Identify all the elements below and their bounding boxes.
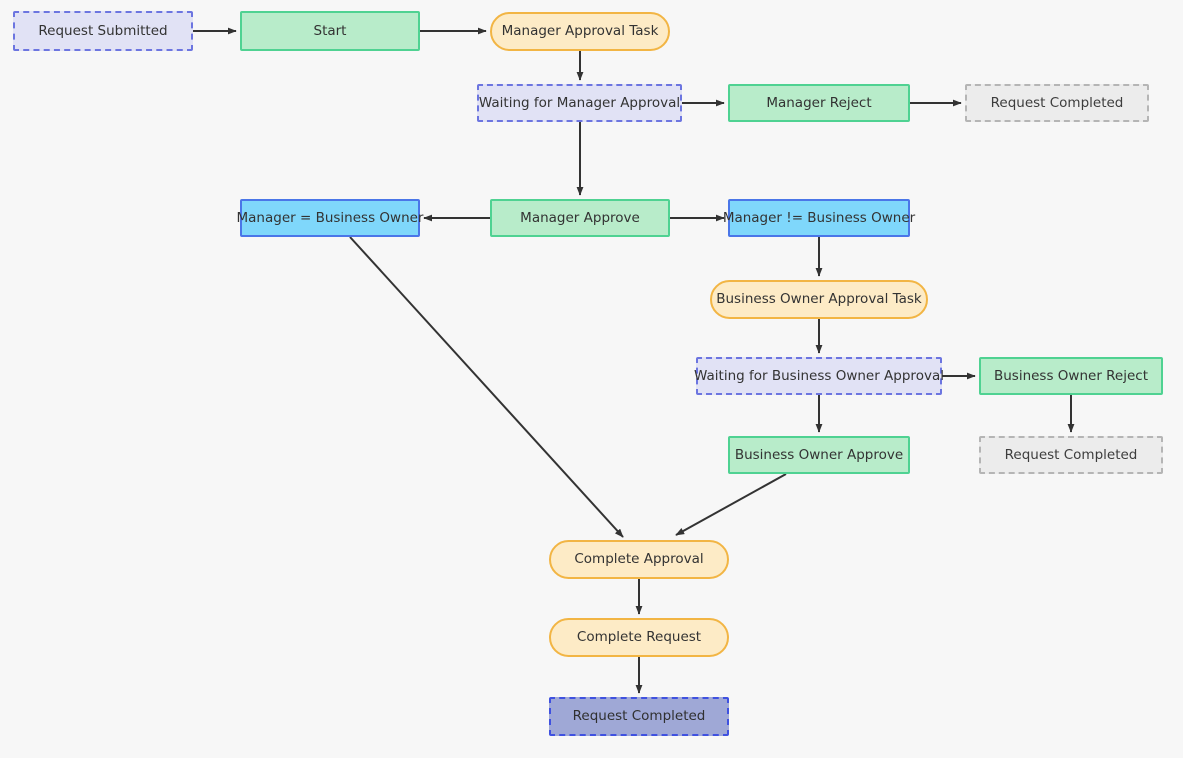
node-manager_reject[interactable]: Manager Reject bbox=[728, 84, 910, 122]
node-label: Waiting for Manager Approval bbox=[478, 94, 681, 111]
node-label: Manager Approval Task bbox=[501, 23, 659, 40]
node-manager_approve[interactable]: Manager Approve bbox=[490, 199, 670, 237]
node-owner_approval_task[interactable]: Business Owner Approval Task bbox=[710, 280, 928, 319]
edge-manager_eq_owner-to-complete_approval bbox=[349, 236, 624, 538]
node-owner_approve[interactable]: Business Owner Approve bbox=[728, 436, 910, 474]
node-label: Request Completed bbox=[990, 94, 1124, 111]
node-waiting_owner_approval[interactable]: Waiting for Business Owner Approval bbox=[694, 357, 944, 395]
node-label: Complete Approval bbox=[574, 551, 704, 568]
node-label: Manager = Business Owner bbox=[236, 209, 424, 226]
node-waiting_manager_approval[interactable]: Waiting for Manager Approval bbox=[477, 84, 682, 122]
node-label: Manager Approve bbox=[520, 209, 640, 226]
node-label: Complete Request bbox=[576, 629, 702, 646]
node-start[interactable]: Start bbox=[240, 11, 420, 51]
node-label: Manager Reject bbox=[766, 94, 872, 111]
node-complete_approval[interactable]: Complete Approval bbox=[549, 540, 729, 579]
node-label: Request Completed bbox=[1004, 446, 1138, 463]
node-label: Business Owner Reject bbox=[993, 367, 1149, 384]
node-manager_eq_owner[interactable]: Manager = Business Owner bbox=[237, 199, 424, 237]
node-request_completed_owner[interactable]: Request Completed bbox=[979, 436, 1163, 474]
diagram-canvas: Request Submitted Start Manager Approval T… bbox=[0, 0, 1183, 758]
node-request_completed_mgr[interactable]: Request Completed bbox=[965, 84, 1149, 122]
node-owner_reject[interactable]: Business Owner Reject bbox=[979, 357, 1163, 395]
node-request_completed_final[interactable]: Request Completed bbox=[549, 697, 729, 736]
node-label: Waiting for Business Owner Approval bbox=[694, 367, 944, 384]
edge-owner_approve-to-complete_approval bbox=[675, 473, 787, 536]
node-label: Manager != Business Owner bbox=[722, 209, 916, 226]
node-label: Business Owner Approve bbox=[734, 446, 904, 463]
node-manager_approval_task[interactable]: Manager Approval Task bbox=[490, 12, 670, 51]
node-label: Business Owner Approval Task bbox=[716, 291, 922, 308]
node-manager_neq_owner[interactable]: Manager != Business Owner bbox=[723, 199, 915, 237]
node-label: Start bbox=[313, 22, 347, 39]
node-label: Request Submitted bbox=[38, 22, 168, 39]
node-complete_request[interactable]: Complete Request bbox=[549, 618, 729, 657]
node-request_submitted[interactable]: Request Submitted bbox=[13, 11, 193, 51]
node-label: Request Completed bbox=[572, 708, 706, 725]
